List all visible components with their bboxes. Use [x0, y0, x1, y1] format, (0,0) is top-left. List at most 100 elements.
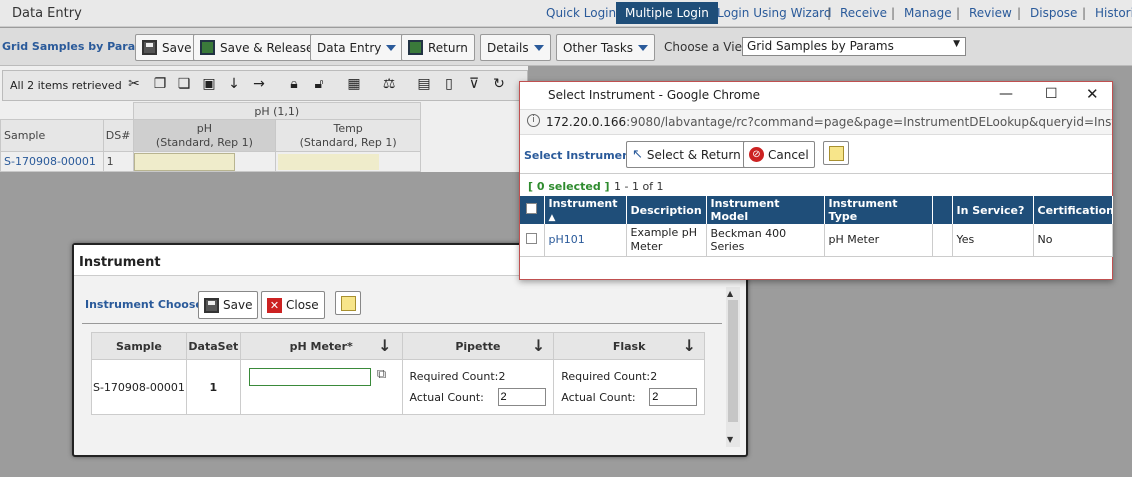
flask-actual-input[interactable]: [649, 388, 698, 406]
grid-ph-cell[interactable]: [132, 151, 277, 172]
col-flask-header[interactable]: Flask ↓: [553, 332, 705, 360]
save-button[interactable]: Save: [135, 34, 199, 61]
ph-value-input[interactable]: [133, 152, 235, 171]
data-entry-grid: pH (1,1) Sample DS# pH (Standard, Rep 1)…: [0, 102, 422, 172]
layout-icon[interactable]: ▤: [416, 76, 432, 92]
window-title: Select Instrument - Google Chrome: [520, 82, 1112, 108]
close-window-icon[interactable]: ✕: [1086, 85, 1099, 103]
refresh-icon[interactable]: ↻: [491, 76, 507, 92]
data-entry-menu-button[interactable]: Data Entry: [310, 34, 404, 61]
nav-historic[interactable]: Historic: [1095, 6, 1132, 20]
temp-value-input[interactable]: [278, 153, 380, 170]
flask-required-value: 2: [650, 370, 658, 383]
nav-receive[interactable]: Receive: [840, 6, 887, 20]
instrument-type: pH Meter: [824, 224, 933, 257]
save-button-label: Save: [162, 40, 192, 55]
lock-icon[interactable]: 🔒︎: [286, 76, 302, 92]
paste-icon[interactable]: ▣: [201, 76, 217, 92]
details-menu-button[interactable]: Details: [480, 34, 551, 61]
dialog-save-button[interactable]: Save: [198, 291, 259, 319]
select-instrument-label: Select Instrument: [524, 149, 636, 162]
copy-icon[interactable]: ❐: [152, 76, 168, 92]
calculate-icon[interactable]: ▦: [346, 76, 362, 92]
notes-button[interactable]: [335, 291, 361, 315]
maximize-icon[interactable]: ☐: [1045, 86, 1058, 102]
nav-quick-login[interactable]: Quick Login: [546, 6, 616, 20]
select-return-button[interactable]: ↖ Select & Return: [626, 141, 747, 168]
col-instrument-header[interactable]: Instrument ▲: [544, 196, 627, 224]
dialog-close-button[interactable]: ✕ Close: [261, 291, 325, 319]
select-all-checkbox[interactable]: [526, 203, 538, 214]
choose-view-select[interactable]: Grid Samples by Params ▼: [742, 37, 966, 56]
clear-filter-icon[interactable]: ⊽: [466, 76, 482, 92]
lookup-icon[interactable]: ⧉: [377, 367, 386, 382]
save-release-button[interactable]: Save & Release: [193, 34, 321, 61]
return-label: Return: [428, 40, 468, 55]
fill-down-icon[interactable]: ↓: [226, 76, 242, 92]
cancel-icon: ⊘: [749, 147, 764, 162]
fill-down-icon[interactable]: ↓: [378, 336, 391, 355]
flask-required-label: Required Count:: [561, 370, 651, 383]
save-release-icon: [200, 40, 215, 55]
minimize-icon[interactable]: —: [999, 86, 1013, 102]
col-temp-header[interactable]: Temp (Standard, Rep 1): [275, 119, 421, 152]
sort-asc-icon: ▲: [548, 213, 556, 223]
fill-down-icon[interactable]: ↓: [683, 336, 696, 355]
fill-down-icon[interactable]: ↓: [532, 336, 545, 355]
save-release-label: Save & Release: [220, 40, 314, 55]
nav-review[interactable]: Review: [969, 6, 1012, 20]
selected-count: [ 0 selected ]: [528, 180, 610, 193]
col-sample-header[interactable]: Sample: [0, 119, 104, 152]
cut-icon[interactable]: ✂: [126, 76, 142, 92]
copy-column-icon[interactable]: ❏: [176, 76, 192, 92]
url-path: :9080/labvantage/rc?command=page&page=In…: [626, 115, 1112, 129]
unlock-icon[interactable]: 🔓︎: [311, 76, 327, 92]
col-pipette-header[interactable]: Pipette ↓: [401, 332, 555, 360]
dialog-scrollbar-thumb[interactable]: [728, 300, 738, 422]
select-all-header[interactable]: [520, 196, 545, 224]
info-icon[interactable]: i: [527, 114, 540, 127]
grid-temp-cell[interactable]: [275, 151, 421, 172]
instrument-description: Example pH Meter: [626, 224, 707, 257]
col-dataset-header: DataSet: [185, 332, 241, 360]
scroll-down-icon[interactable]: ▼: [727, 435, 733, 444]
instrument-chooser-table: Sample DataSet pH Meter* ↓ Pipette ↓ Fla…: [91, 332, 705, 415]
address-bar[interactable]: 172.20.0.166:9080/labvantage/rc?command=…: [520, 109, 1112, 135]
nav-dispose[interactable]: Dispose: [1030, 6, 1077, 20]
col-ds-header[interactable]: DS#: [102, 119, 134, 152]
col-ph-header[interactable]: pH (Standard, Rep 1): [132, 119, 277, 152]
table-row[interactable]: pH101 Example pH Meter Beckman 400 Serie…: [520, 224, 1113, 257]
notes-button[interactable]: [823, 141, 849, 165]
nav-login-using-wizard[interactable]: Login Using Wizard: [717, 6, 832, 20]
instrument-certification: No: [1033, 224, 1113, 257]
col-description-header[interactable]: Description: [626, 196, 707, 224]
clipboard-icon[interactable]: ▯: [441, 76, 457, 92]
instrument-list-table: Instrument ▲ Description Instrument Mode…: [520, 196, 1113, 257]
select-instrument-window: Select Instrument - Google Chrome — ☐ ✕ …: [519, 81, 1113, 280]
select-cursor-icon: ↖: [632, 147, 643, 162]
col-in-service-header[interactable]: In Service?: [952, 196, 1034, 224]
instrument-in-service: Yes: [952, 224, 1034, 257]
ph-meter-input[interactable]: [248, 368, 371, 386]
balance-icon[interactable]: ⚖: [381, 76, 397, 92]
fill-right-icon[interactable]: →: [251, 76, 267, 92]
cancel-button[interactable]: ⊘ Cancel: [743, 141, 815, 168]
row-checkbox-cell[interactable]: [520, 224, 545, 257]
group-header-ph: pH (1,1): [132, 102, 422, 120]
pipette-actual-input[interactable]: [497, 388, 546, 406]
other-tasks-menu-button[interactable]: Other Tasks: [556, 34, 656, 61]
instrument-link[interactable]: pH101: [544, 224, 627, 257]
flask-actual-label: Actual Count:: [561, 391, 636, 404]
nav-separator: |: [1082, 6, 1087, 20]
col-ph-meter-header[interactable]: pH Meter* ↓: [239, 332, 403, 360]
col-certification-header[interactable]: Certification: [1033, 196, 1113, 224]
select-return-label: Select & Return: [646, 147, 741, 162]
col-model-header[interactable]: Instrument Model: [706, 196, 825, 224]
return-button[interactable]: Return: [401, 34, 475, 61]
nav-multiple-login[interactable]: Multiple Login: [616, 2, 718, 24]
row-checkbox[interactable]: [526, 232, 538, 244]
col-type-header[interactable]: Instrument Type: [824, 196, 933, 224]
grid-sample-link[interactable]: S-170908-00001: [0, 151, 104, 172]
scroll-up-icon[interactable]: ▲: [727, 289, 733, 298]
nav-manage[interactable]: Manage: [904, 6, 952, 20]
